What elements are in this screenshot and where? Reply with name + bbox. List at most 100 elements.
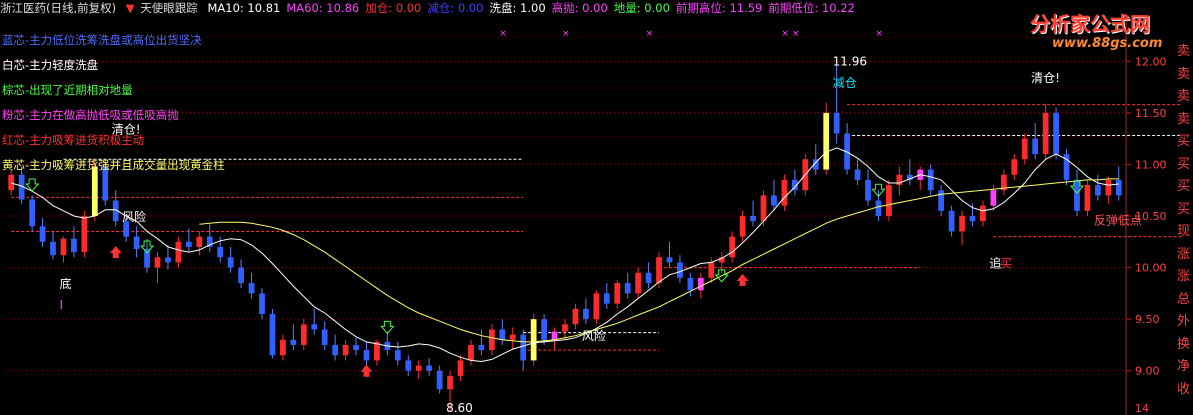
candle-body bbox=[259, 293, 265, 314]
indicator-name: 天使眼跟踪 bbox=[140, 1, 198, 15]
candle-body bbox=[1042, 112, 1049, 155]
chart-annotation: 风险 bbox=[122, 209, 146, 224]
candle-body bbox=[520, 334, 527, 361]
right-col-char: 买 bbox=[1176, 179, 1190, 194]
candle-body bbox=[656, 257, 662, 284]
candle-body bbox=[1105, 179, 1112, 196]
candle-body bbox=[447, 375, 453, 390]
candle-body bbox=[1032, 138, 1039, 155]
candle-body bbox=[290, 339, 297, 345]
header-item-8: 前期低位: 10.22 bbox=[768, 1, 855, 15]
candle-body bbox=[614, 283, 621, 304]
chart-annotation: I bbox=[59, 298, 63, 312]
candle-body bbox=[468, 344, 474, 361]
candle-body bbox=[280, 339, 286, 356]
candle-body bbox=[980, 205, 986, 222]
candle-body bbox=[1074, 179, 1080, 211]
candle-body bbox=[165, 257, 171, 263]
candle-body bbox=[572, 308, 579, 325]
candle-body bbox=[426, 365, 433, 371]
chart-annotation: 清仓! bbox=[1031, 71, 1060, 85]
candle-body bbox=[677, 262, 683, 278]
candle-body bbox=[499, 329, 506, 340]
chart-annotation: 反弹低点 bbox=[1094, 213, 1142, 227]
candle-body bbox=[865, 179, 871, 201]
candle-body bbox=[1115, 179, 1122, 196]
candle-body bbox=[593, 293, 600, 320]
candle-body bbox=[405, 360, 412, 371]
candle-body bbox=[781, 179, 788, 206]
right-col-char: 买 bbox=[1176, 201, 1190, 217]
right-col-char: 涨 bbox=[1176, 269, 1190, 284]
watermark-url: www.88gs.com bbox=[1052, 36, 1163, 51]
candle-body bbox=[771, 195, 777, 206]
right-col-char: 卖 bbox=[1176, 89, 1190, 104]
candle-body bbox=[394, 350, 401, 361]
candle-body bbox=[175, 241, 182, 263]
right-col-char: 净 bbox=[1176, 359, 1190, 374]
candle-body bbox=[185, 241, 192, 247]
right-col-char: 卖 bbox=[1176, 66, 1190, 82]
candle-body bbox=[415, 365, 422, 371]
candle-body bbox=[321, 329, 328, 345]
candle-body bbox=[823, 112, 830, 170]
legend-line-2: 棕芯-出现了近期相对地量 bbox=[2, 83, 133, 97]
candle-body bbox=[154, 257, 161, 268]
candle-body bbox=[530, 319, 537, 361]
candle-body bbox=[196, 236, 203, 247]
candle-body bbox=[833, 112, 840, 134]
stock-name: 浙江医药(日线,前复权) bbox=[0, 1, 117, 15]
candle-body bbox=[875, 200, 882, 216]
candle-body bbox=[969, 216, 976, 222]
header-item-1: MA60: 10.86 bbox=[286, 1, 360, 15]
candle-body bbox=[927, 169, 934, 191]
candle-body bbox=[729, 236, 736, 258]
indicator-marker-icon: ▼ bbox=[125, 1, 135, 15]
watermark-title: 分析家公式网 bbox=[1030, 12, 1150, 36]
candle-body bbox=[60, 238, 67, 256]
signal-up-arrow-icon bbox=[360, 364, 373, 377]
candle-body bbox=[436, 370, 443, 390]
candle-body bbox=[1095, 185, 1101, 196]
candle-body bbox=[457, 360, 464, 376]
candle-body bbox=[603, 293, 610, 304]
candle-body bbox=[238, 267, 244, 284]
candle-body bbox=[133, 236, 140, 250]
candle-body bbox=[1011, 159, 1018, 175]
candle-body bbox=[248, 283, 255, 294]
y-tick-label: 9.50 bbox=[1135, 313, 1160, 326]
candle-body bbox=[959, 216, 965, 232]
candle-body bbox=[635, 272, 642, 294]
signal-up-arrow-icon bbox=[109, 246, 122, 259]
candle-body bbox=[363, 350, 370, 361]
candle-body bbox=[896, 174, 903, 186]
right-col-char: 卖 bbox=[1176, 44, 1190, 59]
right-col-char: 收 bbox=[1176, 381, 1190, 397]
candle-body bbox=[50, 241, 56, 256]
candle-body bbox=[8, 174, 15, 191]
top-mark: × bbox=[499, 29, 507, 39]
candle-body bbox=[81, 216, 88, 253]
candle-body bbox=[1053, 112, 1059, 155]
candle-body bbox=[624, 283, 631, 294]
right-col-char: 总 bbox=[1176, 291, 1190, 307]
candle-body bbox=[739, 216, 746, 237]
right-col-char: 换 bbox=[1176, 336, 1190, 352]
legend-line-3: 粉芯-主力在做高抛低吸或低吸高抛 bbox=[2, 108, 179, 122]
candle-body bbox=[938, 190, 945, 211]
header-item-6: 地量: 0.00 bbox=[613, 1, 670, 15]
candle-body bbox=[562, 324, 568, 332]
candlestick-chart[interactable]: 12.0011.5011.0010.5010.009.509.0014× × × × ×… bbox=[0, 0, 1193, 415]
candle-body bbox=[760, 195, 767, 222]
legend-line-0: 蓝芯-主力低位洗筹洗盘或高位出货坚决 bbox=[2, 33, 202, 47]
candle-body bbox=[990, 190, 997, 206]
candle-body bbox=[854, 169, 861, 180]
top-mark: × bbox=[562, 29, 570, 39]
chart-annotation: 11.96 bbox=[833, 54, 867, 68]
right-col-char: 现 bbox=[1176, 224, 1190, 239]
chart-annotation: 风险 bbox=[582, 328, 606, 343]
candle-body bbox=[300, 324, 307, 345]
header-item-7: 前期高位: 11.59 bbox=[675, 1, 763, 15]
top-mark: × bbox=[792, 29, 800, 39]
candle-body bbox=[541, 319, 547, 340]
